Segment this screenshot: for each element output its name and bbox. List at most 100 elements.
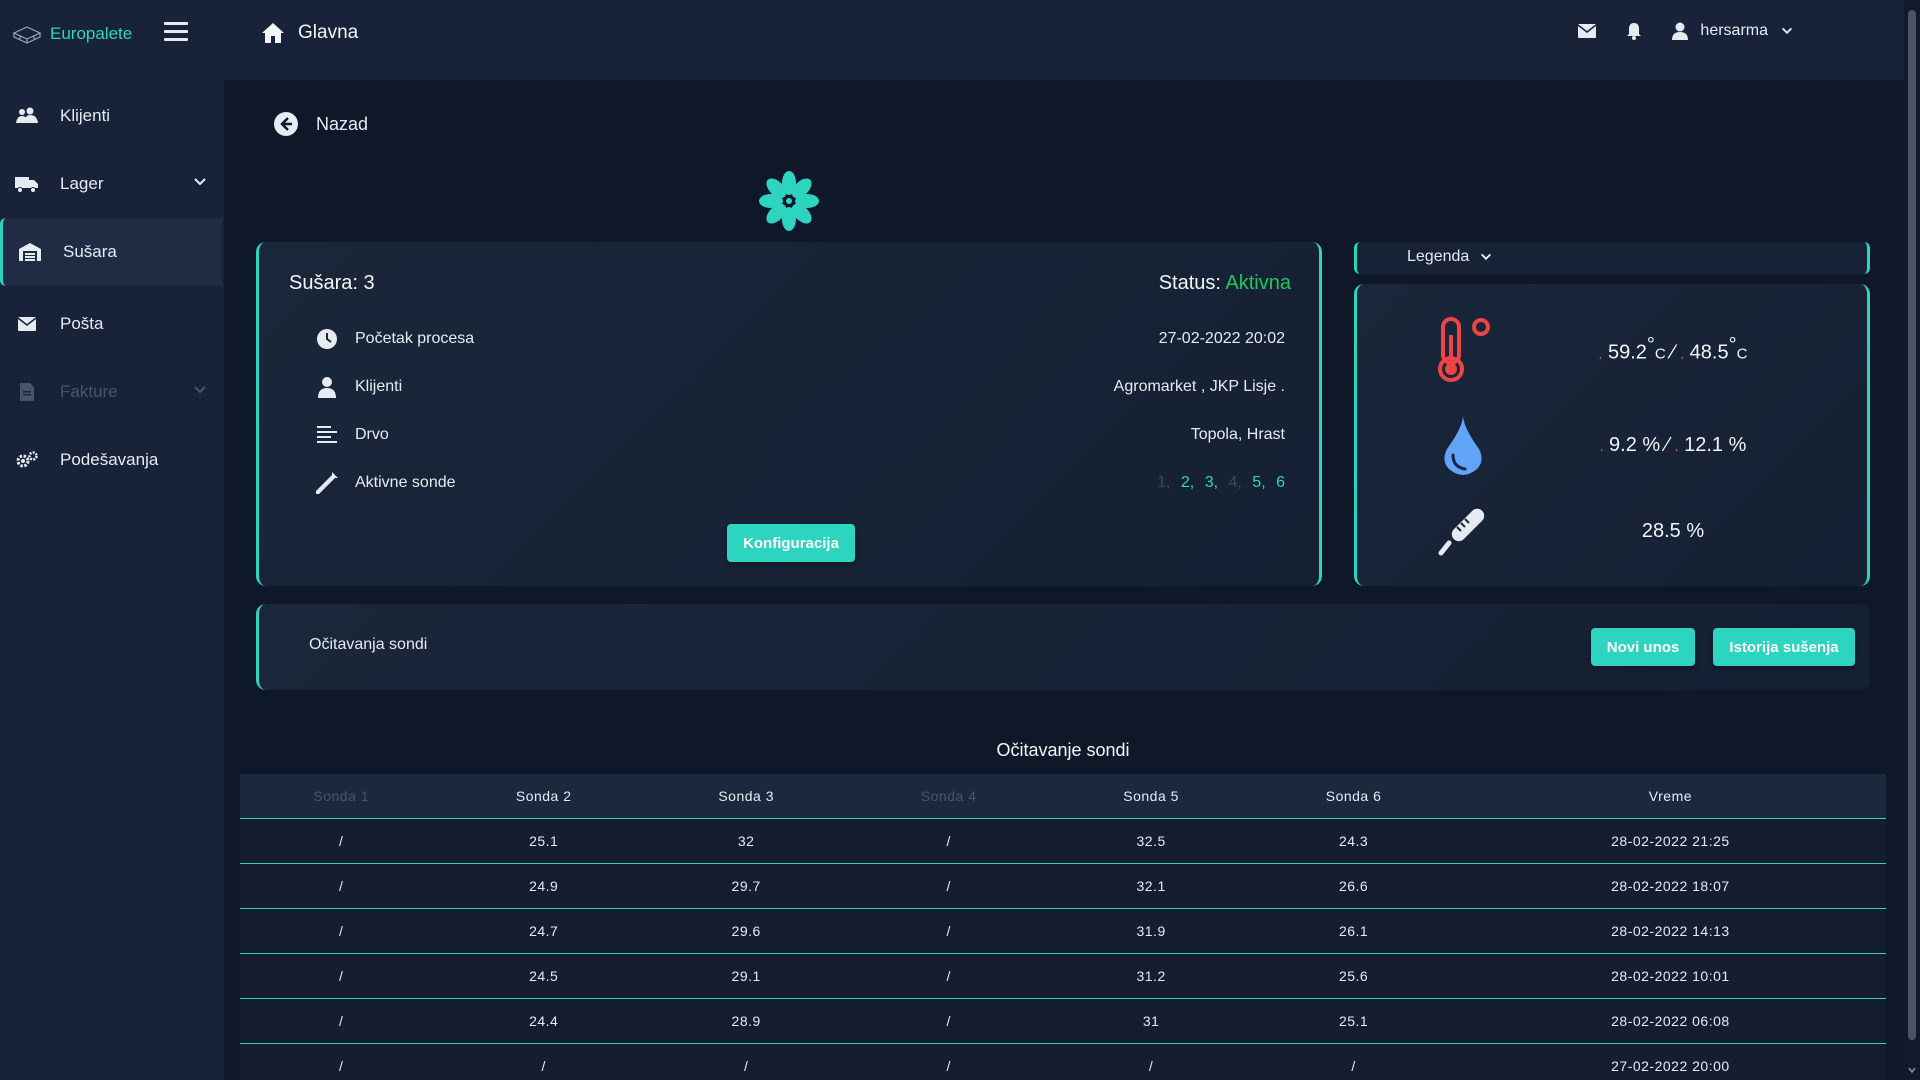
status-label: Status: [1158, 272, 1221, 294]
probe-3: 3, [1204, 474, 1219, 491]
sidebar-item-klijenti[interactable]: Klijenti [0, 82, 224, 150]
scrollbar-thumb[interactable] [1908, 10, 1916, 1040]
probe-readings-card: Očitavanja sondi Novi unos Istorija suše… [256, 604, 1870, 690]
info-row-start: Početak procesa 27-02-2022 20:02 [315, 324, 1285, 354]
column-header[interactable]: Sonda 1 [240, 774, 443, 819]
active-probes-list: 1, 2, 3, 4, 5, 6 [1151, 474, 1285, 492]
probe-1: 1, [1157, 474, 1171, 491]
column-header[interactable]: Vreme [1454, 774, 1886, 819]
fan-icon [759, 171, 819, 231]
info-row-clients: Klijenti Agromarket , JKP Lisje . [315, 372, 1285, 402]
column-header[interactable]: Sonda 6 [1252, 774, 1455, 819]
gears-icon [14, 449, 40, 471]
table-cell: / [240, 1043, 443, 1080]
mail-icon[interactable] [1578, 24, 1597, 38]
configuration-button[interactable]: Konfiguracija [727, 524, 855, 562]
table-cell: / [847, 818, 1050, 864]
status-badge: Aktivna [1225, 272, 1291, 294]
user-icon [1672, 22, 1689, 40]
menu-toggle-icon[interactable] [164, 22, 188, 44]
username: hersarma [1700, 22, 1768, 39]
syringe-icon [315, 471, 339, 495]
table-cell: 24.5 [442, 953, 645, 999]
readings-title: Očitavanja sondi [309, 636, 428, 653]
humidity-row: . 9.2 % ⁄ . 12.1 % [1427, 410, 1847, 480]
thermometer-icon [1427, 313, 1499, 385]
table-cell: 24.9 [442, 863, 645, 909]
sidebar-item-susara[interactable]: Sušara [0, 218, 222, 286]
brand[interactable]: Europalete [12, 20, 132, 48]
table-cell: 26.6 [1252, 863, 1455, 909]
back-button[interactable]: Nazad [274, 112, 368, 136]
sidebar-item-podesavanja[interactable]: Podešavanja [0, 426, 224, 494]
table-cell: 24.3 [1252, 818, 1455, 864]
column-header[interactable]: Sonda 2 [442, 774, 645, 819]
table-cell: 28-02-2022 14:13 [1454, 908, 1886, 954]
dryer-title: Sušara: 3 [289, 272, 375, 294]
sidebar: Europalete Klijenti Lager Sušara Pošta F… [0, 0, 224, 1080]
users-icon [14, 105, 40, 127]
table-row: / 24.5 29.1 / 31.2 25.6 28-02-2022 10:01 [240, 953, 1886, 999]
sidebar-item-label: Pošta [60, 314, 104, 333]
temperature-reading: . 59.2°C ⁄ . 48.5°C [1598, 333, 1748, 364]
legend-toggle[interactable]: Legenda [1407, 248, 1493, 266]
dryer-info-card: Sušara: 3 Status: Aktivna Početak proces… [256, 242, 1322, 586]
table-cell: 27-02-2022 20:00 [1454, 1043, 1886, 1080]
breadcrumb[interactable]: Glavna [262, 22, 358, 44]
table-row: / 24.9 29.7 / 32.1 26.6 28-02-2022 18:07 [240, 863, 1886, 909]
table-row: / 25.1 32 / 32.5 24.3 28-02-2022 21:25 [240, 818, 1886, 864]
info-label: Drvo [355, 426, 389, 443]
warehouse-icon [17, 241, 43, 263]
bell-icon[interactable] [1626, 22, 1642, 40]
info-row-wood: Drvo Topola, Hrast [315, 420, 1285, 450]
chevron-down-icon [1781, 27, 1793, 35]
table-cell: 25.1 [1252, 998, 1455, 1044]
probe-5: 5, [1252, 474, 1266, 491]
sidebar-item-fakture[interactable]: Fakture [0, 358, 224, 426]
table-cell: 31 [1049, 998, 1253, 1044]
sidebar-item-posta[interactable]: Pošta [0, 290, 224, 358]
vertical-scrollbar[interactable] [1904, 0, 1920, 1080]
sidebar-item-label: Lager [60, 174, 104, 193]
info-label: Klijenti [355, 378, 403, 395]
table-cell: / [240, 908, 443, 954]
table-cell: / [847, 863, 1050, 909]
user-menu[interactable]: hersarma [1672, 22, 1794, 40]
table-cell: 24.7 [442, 908, 645, 954]
envelope-icon [14, 313, 40, 335]
table-cell: 32.1 [1049, 863, 1253, 909]
column-header[interactable]: Sonda 3 [644, 774, 848, 819]
dryer-status: Status: Aktivna [1159, 272, 1291, 295]
column-header[interactable]: Sonda 4 [847, 774, 1050, 819]
table-title: Očitavanje sondi [996, 740, 1130, 760]
new-entry-button[interactable]: Novi unos [1591, 628, 1695, 666]
page-title: Glavna [298, 22, 359, 43]
table-cell: / [1049, 1043, 1253, 1080]
readings-table: Sonda 1 Sonda 2 Sonda 3 Sonda 4 Sonda 5 … [240, 774, 1886, 1080]
table-cell: 28-02-2022 10:01 [1454, 953, 1886, 999]
table-cell: 26.1 [1252, 908, 1455, 954]
column-header[interactable]: Sonda 5 [1049, 774, 1253, 819]
topbar-actions: hersarma [1578, 22, 1794, 40]
table-cell: 31.9 [1049, 908, 1253, 954]
table-cell: / [240, 998, 443, 1044]
info-label: Aktivne sonde [355, 474, 456, 491]
sidebar-item-lager[interactable]: Lager [0, 150, 224, 218]
scroll-down-icon[interactable] [1908, 1066, 1916, 1074]
info-value: Agromarket , JKP Lisje . [1113, 378, 1285, 395]
info-row-probes: Aktivne sonde 1, 2, 3, 4, 5, 6 [315, 468, 1285, 498]
table-cell: 28-02-2022 21:25 [1454, 818, 1886, 864]
temperature-row: . 59.2°C ⁄ . 48.5°C [1427, 314, 1847, 384]
info-label: Početak procesa [355, 330, 475, 347]
legend-label: Legenda [1407, 248, 1470, 265]
table-cell: / [644, 1043, 848, 1080]
table-cell: 29.1 [644, 953, 848, 999]
drying-history-button[interactable]: Istorija sušenja [1713, 628, 1855, 666]
table-cell: 32.5 [1049, 818, 1253, 864]
table-cell: / [442, 1043, 645, 1080]
moisture-row: 28.5 % [1427, 496, 1847, 566]
sidebar-item-label: Sušara [63, 242, 117, 261]
table-cell: / [847, 1043, 1050, 1080]
user-icon [315, 375, 339, 399]
probe-thermometer-icon [1427, 495, 1499, 567]
